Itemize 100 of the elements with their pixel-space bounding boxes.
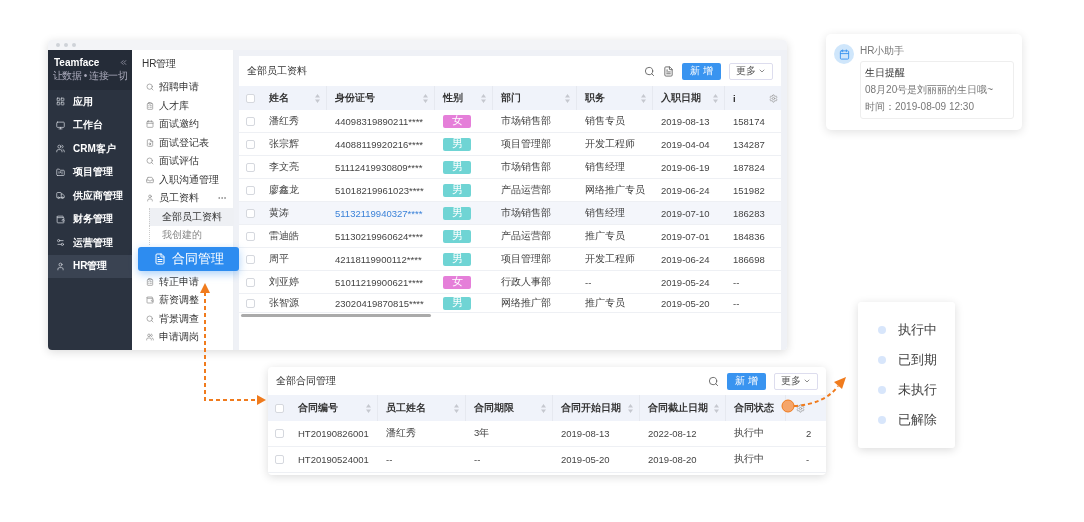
column-header[interactable]: 合同期限 bbox=[474, 401, 514, 415]
sort-icon[interactable] bbox=[541, 403, 546, 413]
sidebar-item[interactable]: 运营管理 bbox=[48, 231, 132, 255]
column-header[interactable]: 部门 bbox=[501, 91, 521, 105]
table-cell-text: 执行中 bbox=[733, 452, 765, 466]
table-row[interactable]: 张智源 23020419870815**** 男 网络推广部 推广专员 2019-05-20 -- bbox=[239, 294, 781, 313]
more-dropdown[interactable]: 更多 bbox=[729, 62, 773, 80]
table-cell-text: 廖鑫龙 bbox=[268, 182, 300, 197]
sort-icon[interactable] bbox=[315, 93, 320, 103]
menu-item[interactable]: 招聘申请 bbox=[132, 78, 199, 97]
table-cell-text: 雷迪皓 bbox=[268, 228, 300, 243]
checkbox[interactable] bbox=[245, 277, 255, 287]
grid-icon bbox=[56, 97, 65, 107]
scrollbar[interactable] bbox=[241, 314, 431, 317]
column-header[interactable]: 合同状态 bbox=[734, 401, 774, 415]
sidebar-item[interactable]: 供应商管理 bbox=[48, 184, 132, 208]
table-cell-text: 张宗辉 bbox=[268, 136, 300, 151]
table-cell-text: 2019-08-13 bbox=[560, 427, 611, 441]
table-cell-text: 2 bbox=[805, 427, 813, 441]
status-option[interactable]: 已解除 bbox=[878, 411, 955, 429]
column-header[interactable]: 姓名 bbox=[269, 91, 289, 105]
column-header[interactable]: 合同截止日期 bbox=[648, 401, 708, 415]
slogan: 让数据 • 连接一切 bbox=[52, 69, 128, 83]
checkbox[interactable] bbox=[274, 429, 284, 438]
status-option[interactable]: 已到期 bbox=[878, 351, 955, 369]
table-cell-text: 184836 bbox=[732, 229, 766, 244]
document-icon[interactable] bbox=[663, 65, 675, 77]
search-icon[interactable] bbox=[708, 375, 720, 387]
checkbox[interactable] bbox=[245, 116, 255, 126]
column-header[interactable]: 合同开始日期 bbox=[561, 401, 621, 415]
column-header[interactable]: 职务 bbox=[585, 91, 605, 105]
table-cell-text: 151982 bbox=[732, 183, 766, 198]
checkbox[interactable] bbox=[245, 231, 255, 241]
table-cell-text: -- bbox=[473, 453, 482, 467]
checkbox[interactable] bbox=[245, 93, 255, 103]
menu-item[interactable]: 背景调查 bbox=[132, 309, 199, 328]
sort-icon[interactable] bbox=[565, 93, 570, 103]
checkbox[interactable] bbox=[274, 403, 284, 413]
table-cell-text: - bbox=[805, 453, 811, 467]
table-cell-text: 2019-05-20 bbox=[660, 296, 711, 311]
checkbox[interactable] bbox=[274, 455, 284, 464]
sidebar-item[interactable]: 财务管理 bbox=[48, 207, 132, 231]
sort-icon[interactable] bbox=[481, 93, 486, 103]
checkbox[interactable] bbox=[245, 185, 255, 195]
gender-tag: 女 bbox=[443, 275, 471, 289]
column-header[interactable]: 员工姓名 bbox=[386, 401, 426, 415]
menu-item[interactable]: 入职沟通管理 bbox=[132, 170, 219, 189]
column-header[interactable]: 身份证号 bbox=[335, 91, 375, 105]
menu-item[interactable]: 面试邀约 bbox=[132, 115, 199, 134]
sort-icon[interactable] bbox=[423, 93, 428, 103]
menu-item[interactable]: 转正申请 bbox=[132, 272, 199, 291]
table-cell-text: 市场销售部 bbox=[500, 205, 552, 220]
submenu-item[interactable]: 全部员工资料 bbox=[149, 207, 233, 226]
menu-item[interactable]: 薪资调整 bbox=[132, 291, 199, 310]
sidebar-item[interactable]: 项目管理 bbox=[48, 160, 132, 184]
sort-icon[interactable] bbox=[641, 93, 646, 103]
checkbox[interactable] bbox=[245, 254, 255, 264]
status-option[interactable]: 未执行 bbox=[878, 381, 955, 399]
sort-icon[interactable] bbox=[628, 403, 633, 413]
more-dropdown[interactable]: 更多 bbox=[774, 372, 818, 390]
settings-icon[interactable] bbox=[769, 93, 778, 103]
table-cell-text: 42118119900112**** bbox=[334, 252, 423, 267]
menu-item[interactable]: 面试评估 bbox=[132, 152, 199, 171]
table-cell-text: 销售经理 bbox=[584, 205, 626, 220]
checkbox[interactable] bbox=[245, 139, 255, 149]
sort-icon[interactable] bbox=[714, 403, 719, 413]
sort-icon[interactable] bbox=[366, 403, 371, 413]
menu-item[interactable]: 面试登记表 bbox=[132, 133, 209, 152]
collapse-icon[interactable] bbox=[119, 58, 128, 67]
sidebar-item[interactable]: 应用 bbox=[48, 90, 132, 114]
sort-icon[interactable] bbox=[454, 403, 459, 413]
table-row[interactable]: 黄涛 51132119940327**** 男 市场销售部 销售经理 2019-07-10 186283 bbox=[239, 202, 781, 225]
status-option[interactable]: 执行中 bbox=[878, 321, 955, 339]
checkbox[interactable] bbox=[245, 162, 255, 172]
table-cell-text: HT20190826001 bbox=[297, 427, 370, 441]
column-header[interactable]: 合同编号 bbox=[298, 401, 338, 415]
inbox-icon bbox=[146, 175, 154, 184]
column-header[interactable]: 性别 bbox=[443, 91, 463, 105]
checkbox[interactable] bbox=[245, 298, 255, 308]
table-cell-text: 潘红秀 bbox=[268, 113, 300, 128]
table-cell-text: 44098319890211**** bbox=[334, 114, 425, 129]
sidebar-item[interactable]: 工作台 bbox=[48, 113, 132, 137]
clipboard-icon bbox=[146, 101, 154, 110]
clipboard-icon bbox=[146, 277, 154, 286]
menu-item[interactable]: 人才库 bbox=[132, 96, 189, 115]
checkbox[interactable] bbox=[245, 208, 255, 218]
menu-item[interactable]: 员工资料 bbox=[132, 189, 199, 208]
settings-icon[interactable] bbox=[795, 403, 805, 413]
submenu-item[interactable]: 我创建的 bbox=[149, 226, 233, 245]
table-cell-text: 市场销售部 bbox=[500, 159, 552, 174]
sort-icon[interactable] bbox=[713, 93, 718, 103]
notification-time: 时间：2019-08-09 12:30 bbox=[865, 100, 975, 114]
menu-item[interactable]: 申请调岗 bbox=[132, 328, 199, 347]
column-header[interactable]: i bbox=[733, 92, 736, 104]
column-header[interactable]: 入职日期 bbox=[661, 91, 701, 105]
search-icon[interactable] bbox=[644, 65, 656, 77]
sidebar-item[interactable]: CRM客户 bbox=[48, 137, 132, 161]
table-cell-text: 2019-06-19 bbox=[660, 160, 711, 175]
table-cell-text: 51112419930809**** bbox=[334, 160, 424, 175]
sidebar-item[interactable]: HR管理 bbox=[48, 254, 132, 278]
